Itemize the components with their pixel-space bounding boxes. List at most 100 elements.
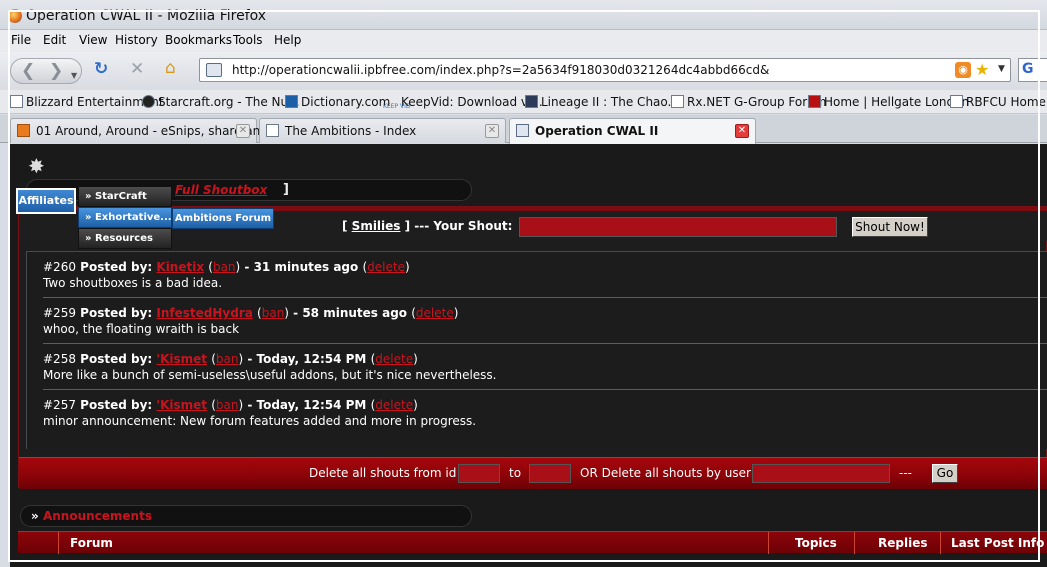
tab-ambitions[interactable]: The Ambitions - Index ✕ xyxy=(259,118,506,143)
scarab-logo-icon: ✸ xyxy=(28,154,45,178)
ban-link[interactable]: ban xyxy=(216,398,239,412)
shout-text: More like a bunch of semi-useless\useful… xyxy=(43,368,497,382)
delete-shouts-bar: Delete all shouts from id to OR Delete a… xyxy=(19,457,1047,489)
tab-bar: 01 Around, Around - eSnips, share any...… xyxy=(0,115,1047,144)
address-bar[interactable]: http://operationcwalii.ipbfree.com/index… xyxy=(199,58,1011,82)
search-engine-box[interactable]: G xyxy=(1018,58,1047,82)
shout-text: minor announcement: New forum features a… xyxy=(43,414,477,428)
page-icon xyxy=(950,95,963,108)
bookmark-lineage[interactable]: Lineage II : The Chao... xyxy=(525,95,679,109)
delete-user-input[interactable] xyxy=(752,464,890,483)
delete-link[interactable]: delete xyxy=(367,260,405,274)
full-shoutbox-link[interactable]: Full Shoutbox xyxy=(175,183,267,197)
delete-link[interactable]: delete xyxy=(375,398,413,412)
page-icon xyxy=(671,95,684,108)
firefox-icon xyxy=(8,9,22,23)
shout-item: #258 Posted by: 'Kismet (ban) - Today, 1… xyxy=(43,344,1047,390)
google-icon: G xyxy=(1022,61,1034,77)
hellgate-icon xyxy=(808,95,821,108)
lineage-icon xyxy=(525,95,538,108)
delete-to-id-input[interactable] xyxy=(529,464,571,483)
home-icon[interactable]: ⌂ xyxy=(165,60,176,77)
user-link[interactable]: 'Kismet xyxy=(156,352,207,366)
delete-link[interactable]: delete xyxy=(416,306,454,320)
go-button[interactable]: Go xyxy=(932,464,958,483)
announcements-link[interactable]: Announcements xyxy=(43,509,152,523)
window-title: Operation CWAL II - Mozilla Firefox xyxy=(26,8,267,24)
close-tab-icon[interactable]: ✕ xyxy=(236,124,250,138)
smilies-label: [ Smilies ] --- Your Shout: xyxy=(342,219,513,233)
ban-link[interactable]: ban xyxy=(216,352,239,366)
bookmark-rxnet[interactable]: Rx.NET G-Group Forum xyxy=(671,95,826,109)
tab-operation-cwal[interactable]: Operation CWAL II ✕ xyxy=(509,118,756,144)
menu-item-starcraft[interactable]: » StarCraft xyxy=(78,186,172,207)
menu-bookmarks[interactable]: Bookmarks xyxy=(165,33,232,47)
delete-from-id-input[interactable] xyxy=(458,464,500,483)
bookmark-star-icon[interactable]: ★ xyxy=(975,60,989,79)
close-tab-icon[interactable]: ✕ xyxy=(735,124,749,138)
menu-help[interactable]: Help xyxy=(274,33,301,47)
shout-input[interactable] xyxy=(519,217,837,237)
delete-link[interactable]: delete xyxy=(375,352,413,366)
shout-item: #259 Posted by: InfestedHydra (ban) - 58… xyxy=(43,298,1047,344)
history-dropdown-icon[interactable]: ▼ xyxy=(71,67,77,84)
rss-feed-icon[interactable]: ◉ xyxy=(955,62,971,78)
page-icon xyxy=(10,95,23,108)
affiliates-button[interactable]: Affiliates xyxy=(16,188,76,214)
to-label: to xyxy=(509,466,522,480)
menu-item-resources[interactable]: » Resources xyxy=(78,228,172,249)
close-tab-icon[interactable]: ✕ xyxy=(485,124,499,138)
shoutbox: [ Smilies ] --- Your Shout: Shout Now! #… xyxy=(18,206,1047,489)
column-topics: Topics xyxy=(795,536,837,550)
menu-tools[interactable]: Tools xyxy=(233,33,263,47)
url-text[interactable]: http://operationcwalii.ipbfree.com/index… xyxy=(232,63,769,77)
shout-text: Two shoutboxes is a bad idea. xyxy=(43,276,223,290)
shout-item: #260 Posted by: Kinetix (ban) - 31 minut… xyxy=(43,252,1047,298)
user-link[interactable]: InfestedHydra xyxy=(156,306,252,320)
menu-item-exhortative[interactable]: » Exhortative... xyxy=(78,207,172,228)
starcraft-icon xyxy=(142,95,155,108)
back-icon[interactable]: ❮ xyxy=(21,63,35,80)
url-dropdown-icon[interactable]: ▼ xyxy=(998,64,1005,74)
shout-text: whoo, the floating wraith is back xyxy=(43,322,240,336)
announcements-title-bar: » Announcements xyxy=(20,505,472,527)
ban-link[interactable]: ban xyxy=(262,306,285,320)
user-link[interactable]: 'Kismet xyxy=(156,398,207,412)
bookmark-dictionary[interactable]: Dictionary.com xyxy=(285,95,390,109)
forward-icon[interactable]: ❯ xyxy=(49,63,63,80)
menu-edit[interactable]: Edit xyxy=(43,33,66,47)
forum-table-header: Forum Topics Replies Last Post Info xyxy=(18,531,1047,554)
shout-now-button[interactable]: Shout Now! xyxy=(852,217,928,237)
esnips-icon xyxy=(17,124,30,137)
delete-by-user-label: OR Delete all shouts by user xyxy=(580,466,751,480)
announcements-section: » Announcements Forum Topics Replies Las… xyxy=(18,502,1047,567)
bookmarks-toolbar: Blizzard Entertainment Starcraft.org - T… xyxy=(0,90,1047,114)
menu-bar: File Edit View History Bookmarks Tools H… xyxy=(0,30,1047,52)
page-icon xyxy=(516,124,529,137)
dictionary-icon xyxy=(285,95,298,108)
smilies-link[interactable]: Smilies xyxy=(352,219,401,233)
tab-esnips[interactable]: 01 Around, Around - eSnips, share any...… xyxy=(10,118,277,143)
column-forum: Forum xyxy=(70,536,113,550)
bookmark-rbfcu[interactable]: RBFCU Home Fa xyxy=(950,95,1047,109)
menu-file[interactable]: File xyxy=(11,33,31,47)
back-forward-group: ❮ ❯ ▼ xyxy=(10,58,82,84)
page-icon xyxy=(266,124,279,137)
ban-link[interactable]: ban xyxy=(213,260,236,274)
stop-icon[interactable]: ✕ xyxy=(130,61,144,78)
bookmark-hellgate[interactable]: Home | Hellgate London xyxy=(808,95,969,109)
user-link[interactable]: Kinetix xyxy=(156,260,204,274)
menu-view[interactable]: View xyxy=(79,33,107,47)
site-identity-icon[interactable] xyxy=(206,63,222,77)
shout-item: #257 Posted by: 'Kismet (ban) - Today, 1… xyxy=(43,398,477,428)
column-replies: Replies xyxy=(878,536,928,550)
bookmark-keepvid[interactable]: KEEP VIDKeepVid: Download vi... xyxy=(383,95,543,116)
reload-icon[interactable]: ↻ xyxy=(94,61,108,78)
shout-list: #260 Posted by: Kinetix (ban) - 31 minut… xyxy=(26,251,1047,449)
bookmark-blizzard[interactable]: Blizzard Entertainment xyxy=(10,95,164,109)
browser-window: Operation CWAL II - Mozilla Firefox File… xyxy=(0,0,1047,567)
column-last-post-info: Last Post Info xyxy=(951,536,1045,550)
bookmark-starcraft[interactable]: Starcraft.org - The Nu... xyxy=(142,95,300,109)
submenu-ambitions-forum[interactable]: Ambitions Forum xyxy=(172,208,274,229)
menu-history[interactable]: History xyxy=(115,33,158,47)
